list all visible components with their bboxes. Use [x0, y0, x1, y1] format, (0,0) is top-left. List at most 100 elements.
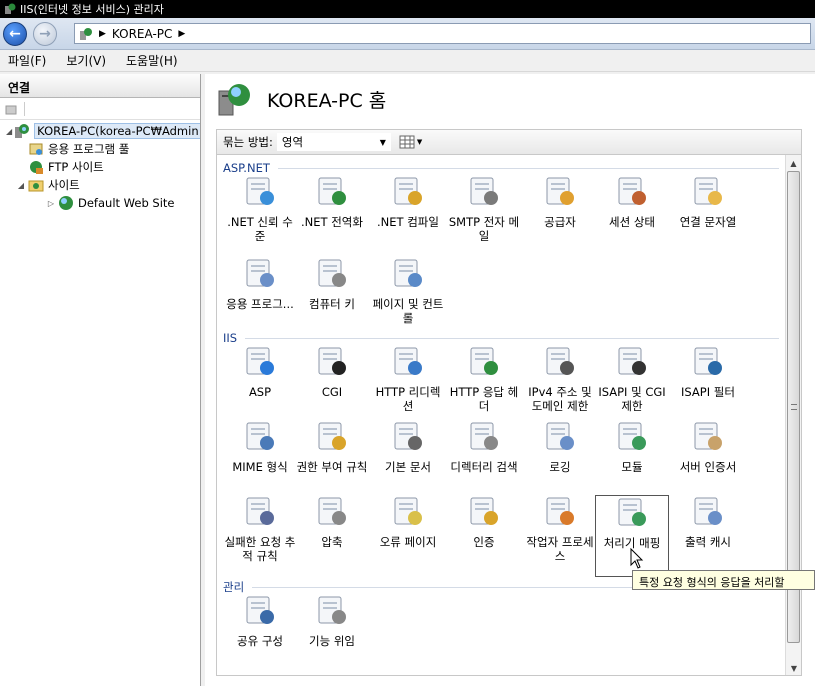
feature-label: ISAPI 및 CGI 제한 [598, 385, 666, 413]
feature-label: 기능 위임 [309, 634, 355, 648]
tree-node-server[interactable]: ◢ KOREA-PC(korea-PC₩Admin [0, 122, 200, 140]
feature-icon [246, 497, 274, 525]
feature-item[interactable]: 권한 부여 규칙 [295, 420, 369, 502]
breadcrumb-separator-icon[interactable]: ▶ [178, 29, 185, 39]
feature-label: SMTP 전자 메일 [448, 215, 520, 243]
feature-icon [318, 596, 346, 624]
connections-header: 연결 [0, 74, 200, 98]
feature-icon [318, 259, 346, 287]
breadcrumb-computer[interactable]: KOREA-PC [112, 27, 172, 41]
feature-item[interactable]: 응용 프로그... [223, 257, 297, 339]
feature-item[interactable]: MIME 형식 [223, 420, 297, 502]
feature-item[interactable]: 디렉터리 검색 [447, 420, 521, 502]
feature-item[interactable]: .NET 신뢰 수준 [223, 175, 297, 257]
feature-item[interactable]: 로깅 [523, 420, 597, 502]
features-pane: KOREA-PC 홈 묶는 방법: 영역 ▼ ▼ ▲ ▼ ASP.NET .NET… [205, 74, 815, 686]
app-pool-icon [29, 143, 43, 155]
feature-label: 디렉터리 검색 [450, 460, 518, 474]
feature-icon [694, 177, 722, 205]
new-connection-icon[interactable] [4, 102, 18, 116]
tree-node-default-web-site[interactable]: ▷ Default Web Site [0, 194, 200, 212]
menu-file[interactable]: 파일(F) [8, 52, 46, 69]
feature-label: 기본 문서 [385, 460, 431, 474]
scroll-up-icon[interactable]: ▲ [786, 155, 801, 171]
feature-label: HTTP 응답 헤더 [449, 385, 519, 413]
feature-icon [470, 177, 498, 205]
tooltip: 특정 요청 형식의 응답을 처리할 [632, 570, 815, 590]
feature-label: CGI [321, 385, 343, 399]
tree-node-ftp-sites[interactable]: FTP 사이트 [0, 158, 200, 176]
chevron-down-icon: ▼ [416, 138, 423, 146]
feature-icon [318, 497, 346, 525]
feature-item[interactable]: 페이지 및 컨트롤 [371, 257, 445, 339]
feature-item[interactable]: 공유 구성 [223, 594, 297, 675]
feature-item[interactable]: 모듈 [595, 420, 669, 502]
feature-label: 모듈 [621, 460, 643, 474]
feature-icon [394, 422, 422, 450]
tree-collapse-icon[interactable]: ◢ [6, 127, 12, 136]
page-title: KOREA-PC 홈 [267, 89, 387, 112]
view-mode-button[interactable]: ▼ [399, 135, 422, 149]
tree-node-app-pools[interactable]: 응용 프로그램 풀 [0, 140, 200, 158]
feature-icon [546, 177, 574, 205]
feature-label: MIME 형식 [232, 460, 288, 474]
feature-item[interactable]: 공급자 [523, 175, 597, 257]
feature-item[interactable]: HTTP 리디렉션 [371, 345, 445, 427]
feature-item[interactable]: CGI [295, 345, 369, 427]
feature-item[interactable]: ISAPI 및 CGI 제한 [595, 345, 669, 427]
feature-icon [246, 259, 274, 287]
feature-icon [394, 177, 422, 205]
feature-item[interactable]: 출력 캐시 [671, 495, 745, 577]
menu-help[interactable]: 도움말(H) [126, 52, 178, 69]
feature-label: .NET 전역화 [301, 215, 363, 229]
server-globe-icon [15, 124, 30, 138]
tree-node-sites[interactable]: ◢ 사이트 [0, 176, 200, 194]
feature-label: 공급자 [544, 215, 576, 229]
tree-expand-icon[interactable]: ▷ [46, 199, 56, 208]
feature-item[interactable]: 세션 상태 [595, 175, 669, 257]
feature-icon [394, 259, 422, 287]
feature-item[interactable]: ISAPI 필터 [671, 345, 745, 427]
feature-item[interactable]: IPv4 주소 및 도메인 제한 [523, 345, 597, 427]
feature-item[interactable]: ASP [223, 345, 297, 427]
feature-item[interactable]: .NET 전역화 [295, 175, 369, 257]
feature-label: 공유 구성 [237, 634, 283, 648]
feature-icon [546, 422, 574, 450]
feature-label: 압축 [321, 535, 343, 549]
forward-button[interactable]: → [33, 22, 57, 46]
feature-item[interactable]: 인증 [447, 495, 521, 577]
feature-item[interactable]: 기본 문서 [371, 420, 445, 502]
feature-item[interactable]: SMTP 전자 메일 [447, 175, 521, 257]
feature-item[interactable]: 기능 위임 [295, 594, 369, 675]
feature-item[interactable]: 압축 [295, 495, 369, 577]
scroll-down-icon[interactable]: ▼ [786, 660, 801, 675]
feature-item[interactable]: 실패한 요청 추적 규칙 [223, 495, 297, 577]
feature-item[interactable]: 컴퓨터 키 [295, 257, 369, 339]
feature-item[interactable]: .NET 컴파일 [371, 175, 445, 257]
menu-view[interactable]: 보기(V) [66, 52, 106, 69]
feature-label: 권한 부여 규칙 [296, 460, 368, 474]
connections-toolbar [0, 98, 200, 120]
tree-node-label: Default Web Site [78, 196, 175, 210]
feature-item[interactable]: 서버 인증서 [671, 420, 745, 502]
address-bar[interactable]: ▶ KOREA-PC ▶ [74, 23, 811, 44]
feature-icon [246, 596, 274, 624]
sites-folder-icon [28, 180, 44, 192]
feature-icon [318, 422, 346, 450]
group-by-select[interactable]: 영역 ▼ [276, 133, 391, 151]
tree-collapse-icon[interactable]: ◢ [16, 181, 26, 190]
feature-item[interactable]: 오류 페이지 [371, 495, 445, 577]
feature-icon [618, 347, 646, 375]
section-title: IIS [223, 331, 238, 345]
back-button[interactable]: ← [3, 22, 27, 46]
vertical-scrollbar[interactable]: ▲ ▼ [785, 155, 801, 675]
feature-item[interactable]: 연결 문자열 [671, 175, 745, 257]
computer-globe-icon [80, 27, 92, 40]
navigation-bar: ← → ▶ KOREA-PC ▶ [0, 18, 815, 50]
feature-label: 컴퓨터 키 [309, 297, 355, 311]
feature-item[interactable]: HTTP 응답 헤더 [447, 345, 521, 427]
feature-item[interactable]: 작업자 프로세스 [523, 495, 597, 577]
feature-icon [318, 347, 346, 375]
arrow-left-icon: ← [9, 26, 21, 42]
website-globe-icon [59, 196, 73, 210]
